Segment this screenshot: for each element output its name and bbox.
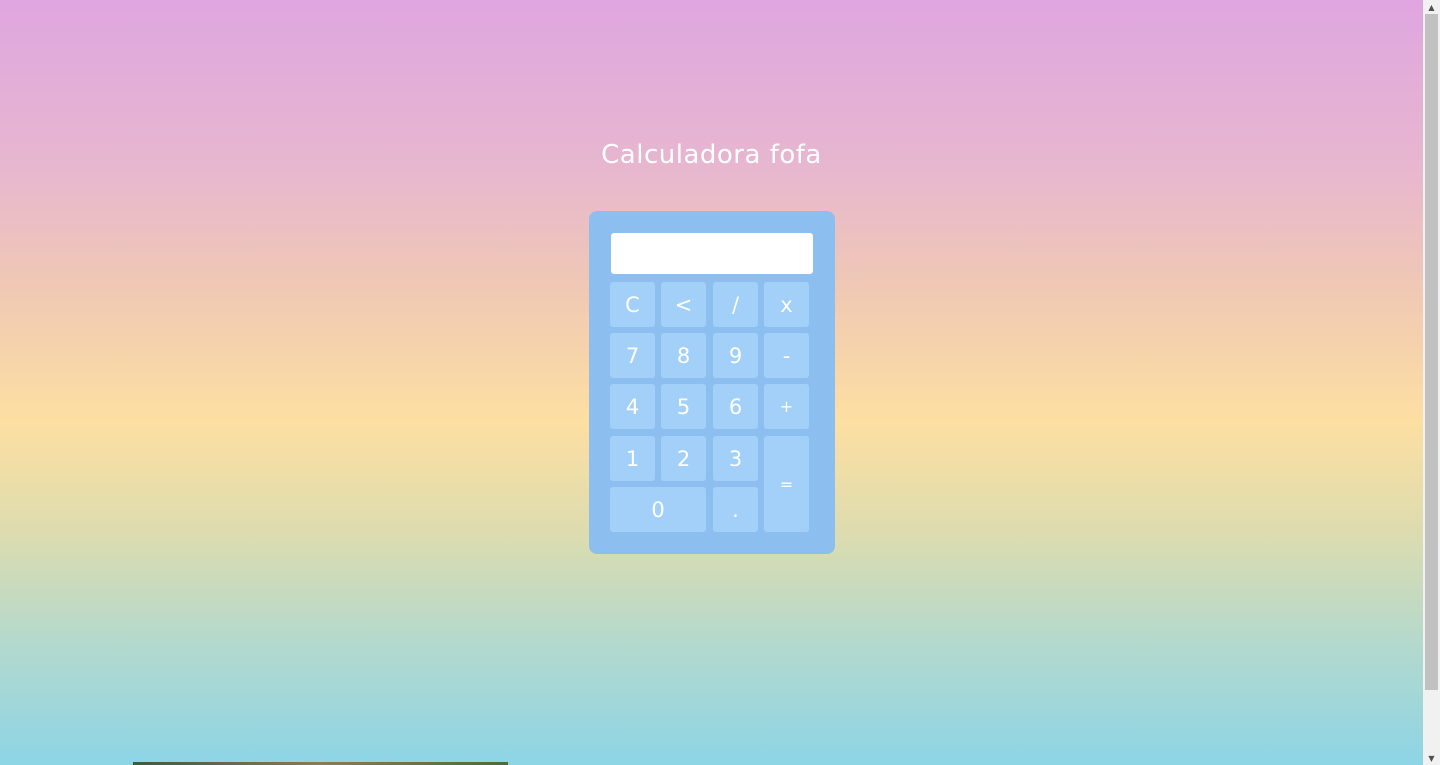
- digit-3-button[interactable]: 3: [713, 436, 758, 481]
- decimal-point-button[interactable]: .: [713, 487, 758, 532]
- vertical-scrollbar[interactable]: ▲ ▼: [1423, 0, 1440, 765]
- digit-2-button[interactable]: 2: [661, 436, 706, 481]
- digit-4-button[interactable]: 4: [610, 384, 655, 429]
- add-button[interactable]: +: [764, 384, 809, 429]
- digit-1-button[interactable]: 1: [610, 436, 655, 481]
- subtract-button[interactable]: -: [764, 333, 809, 378]
- calculator: C < / x 7 8 9 - 4 5 6 + 1 2 3 = 0 .: [589, 211, 835, 554]
- equals-button[interactable]: =: [764, 436, 809, 532]
- multiply-button[interactable]: x: [764, 282, 809, 327]
- page-background: Calculadora fofa C < / x 7 8 9 - 4 5 6 +…: [0, 0, 1423, 765]
- calculator-display[interactable]: [611, 233, 813, 274]
- backspace-button[interactable]: <: [661, 282, 706, 327]
- digit-0-button[interactable]: 0: [610, 487, 706, 532]
- digit-9-button[interactable]: 9: [713, 333, 758, 378]
- page-title: Calculadora fofa: [601, 140, 822, 170]
- scroll-down-arrow-icon[interactable]: ▼: [1423, 751, 1440, 765]
- digit-5-button[interactable]: 5: [661, 384, 706, 429]
- divide-button[interactable]: /: [713, 282, 758, 327]
- scroll-up-arrow-icon[interactable]: ▲: [1423, 0, 1440, 14]
- scrollbar-thumb[interactable]: [1425, 14, 1438, 690]
- digit-7-button[interactable]: 7: [610, 333, 655, 378]
- digit-8-button[interactable]: 8: [661, 333, 706, 378]
- digit-6-button[interactable]: 6: [713, 384, 758, 429]
- clear-button[interactable]: C: [610, 282, 655, 327]
